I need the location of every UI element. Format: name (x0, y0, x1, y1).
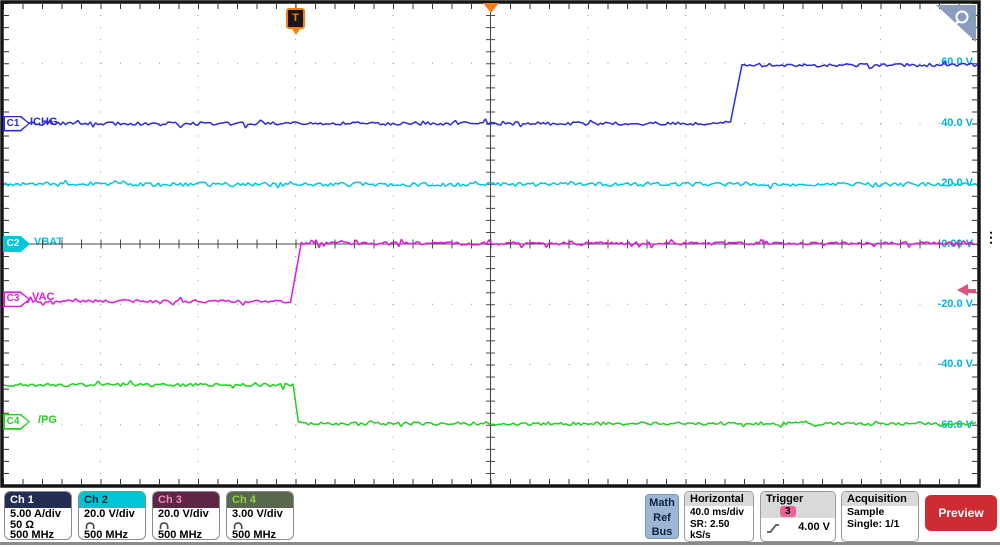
expansion-point-icon[interactable] (483, 3, 499, 13)
horizontal-panel[interactable]: Horizontal 40.0 ms/div SR: 2.50 kS/s RL:… (684, 491, 754, 542)
channel-badge-body: 3.00 V/div 500 MHz (227, 508, 293, 540)
acquisition-mode-text: Sample (847, 507, 913, 519)
trigger-level-text: 4.00 V (798, 522, 830, 534)
horizontal-panel-title: Horizontal (685, 492, 753, 506)
scale-text: 20.0 V/div (158, 509, 214, 520)
trigger-panel-title: Trigger (766, 493, 803, 505)
scale-text: 3.00 V/div (232, 509, 288, 520)
trigger-panel-header: Trigger3 (761, 492, 835, 518)
sample-rate-text: SR: 2.50 kS/s (690, 519, 748, 542)
side-menu-handle[interactable]: ⋮ (984, 234, 998, 241)
trigger-position-marker[interactable]: T (286, 8, 305, 29)
bandwidth-text: 500 MHz (84, 530, 140, 540)
channel-badge-body: 5.00 A/div 50 Ω 500 MHz (5, 508, 71, 540)
bandwidth-text: 500 MHz (232, 530, 288, 540)
channel-badge-body: 20.0 V/div 500 MHz (153, 508, 219, 540)
channel-settings-badge-ch1[interactable]: Ch 1 5.00 A/div 50 Ω 500 MHz (4, 491, 72, 540)
bandwidth-text: 500 MHz (10, 530, 66, 540)
acquisition-panel-body: Sample Single: 1/1 (842, 506, 918, 531)
channel-badge-header: Ch 4 (227, 492, 293, 508)
acquisition-count-text: Single: 1/1 (847, 519, 913, 531)
channel-badge-header: Ch 3 (153, 492, 219, 508)
trigger-panel[interactable]: Trigger3 4.00 V (760, 491, 836, 542)
bottom-divider (0, 542, 1000, 545)
timebase-text: 40.0 ms/div (690, 507, 748, 519)
oscilloscope-screen: 60.0 V 40.0 V 20.0 V 0.00 V -20.0 V -40.… (0, 0, 1000, 547)
scale-text: 20.0 V/div (84, 509, 140, 520)
channel-badge-text: C3 (3, 291, 23, 307)
channel-settings-badge-ch2[interactable]: Ch 2 20.0 V/div 500 MHz (78, 491, 146, 540)
channel-badge-header: Ch 2 (79, 492, 145, 508)
waveform-area: 60.0 V 40.0 V 20.0 V 0.00 V -20.0 V -40.… (0, 0, 1000, 490)
channel-badge-header: Ch 1 (5, 492, 71, 508)
rising-edge-icon (766, 522, 780, 534)
channel-badge-text: C1 (3, 116, 23, 132)
channel-badge-text: C4 (3, 414, 23, 430)
acquisition-panel-title: Acquisition (842, 492, 918, 506)
bus-label: Bus (646, 525, 678, 540)
waveform-display (0, 0, 1000, 490)
preview-button[interactable]: Preview (925, 495, 997, 531)
trace-c4 (3, 381, 976, 428)
channel-badge-text: C2 (3, 236, 23, 252)
ref-label: Ref (646, 511, 678, 526)
trigger-arrow-tail (967, 289, 976, 293)
scale-text: 5.00 A/div (10, 509, 66, 520)
bandwidth-text: 500 MHz (158, 530, 214, 540)
channel-badge-body: 20.0 V/div 500 MHz (79, 508, 145, 540)
trigger-panel-body: 4.00 V (761, 518, 835, 537)
bottom-bar: Ch 1 5.00 A/div 50 Ω 500 MHz Ch 2 20.0 V… (0, 489, 1000, 547)
trigger-position-stem (292, 29, 300, 35)
channel-settings-badge-ch4[interactable]: Ch 4 3.00 V/div 500 MHz (226, 491, 294, 540)
acquisition-panel[interactable]: Acquisition Sample Single: 1/1 (841, 491, 919, 542)
channel-settings-badge-ch3[interactable]: Ch 3 20.0 V/div 500 MHz (152, 491, 220, 540)
horizontal-panel-body: 40.0 ms/div SR: 2.50 kS/s RL: 1 kpts (685, 506, 753, 542)
trigger-level-arrow[interactable] (957, 284, 977, 297)
trace-c3 (3, 239, 976, 305)
math-ref-bus-button[interactable]: Math Ref Bus (645, 494, 679, 539)
math-label: Math (646, 496, 678, 511)
trigger-source-badge: 3 (780, 506, 796, 517)
